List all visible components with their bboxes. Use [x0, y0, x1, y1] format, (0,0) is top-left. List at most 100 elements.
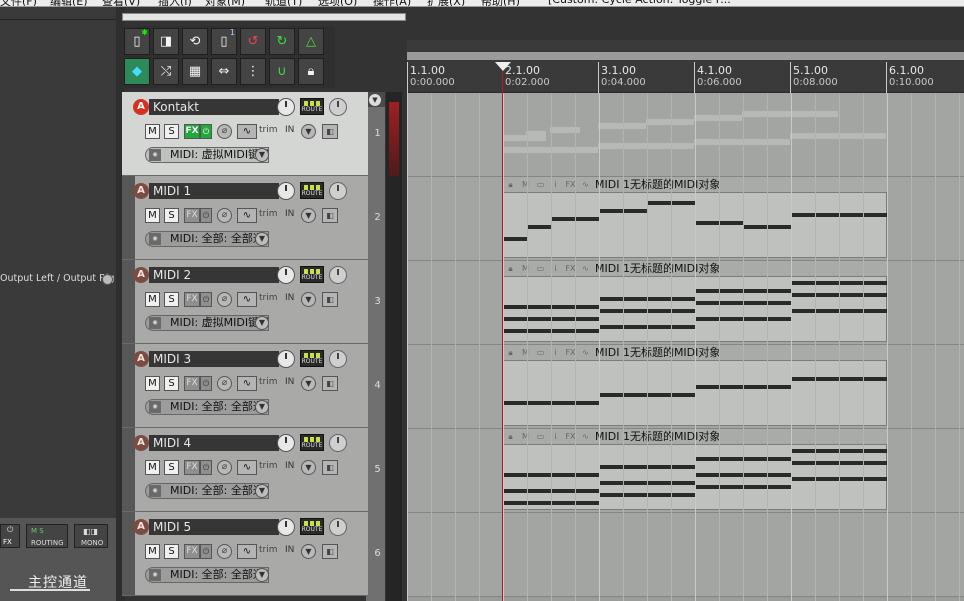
lock-icon[interactable]: 🔒︎ [504, 263, 517, 275]
volume-knob[interactable] [277, 350, 295, 368]
chevron-down-icon[interactable]: ▼ [255, 316, 269, 330]
mute-button[interactable]: M [145, 544, 160, 559]
export-icon[interactable]: ◨ [153, 28, 179, 55]
envelope-icon[interactable]: ∿ [237, 292, 257, 307]
menu-item[interactable]: 轨道(T) [265, 0, 302, 6]
fx-button[interactable]: FX [184, 376, 200, 391]
phase-icon[interactable]: ⌀ [217, 544, 232, 559]
master-fx-button[interactable]: ⏻ FX [0, 524, 20, 548]
input-monitor-icon[interactable]: ◧ [322, 376, 338, 391]
pan-knob[interactable] [329, 518, 347, 536]
undo-icon[interactable]: ↺ [240, 28, 266, 55]
route-button[interactable]: ROUTE [300, 98, 324, 115]
fx-bypass-icon[interactable]: ⏻ [200, 460, 212, 475]
timeline-ruler[interactable]: 1.1.00 0:00.000 2.1.00 0:02.000 3.1.00 0:04.0… [407, 60, 964, 93]
master-mono-button[interactable]: ◧◨ MONO [74, 524, 108, 548]
menu-item[interactable]: 查看(V) [102, 0, 140, 6]
input-monitor-icon[interactable]: ◧ [322, 460, 338, 475]
metronome-icon[interactable]: △ [298, 28, 324, 55]
menu-item[interactable]: [Custom: Cycle Action: Toggle F... [548, 0, 731, 6]
mute-icon[interactable]: M [519, 431, 532, 443]
input-dropdown-icon[interactable]: ▼ [301, 124, 316, 139]
phase-icon[interactable]: ⌀ [217, 124, 232, 139]
input-monitor-icon[interactable]: ◧ [322, 124, 338, 139]
mute-button[interactable]: M [145, 292, 160, 307]
output-knob-icon[interactable] [102, 274, 113, 285]
mute-button[interactable]: M [145, 376, 160, 391]
mute-icon[interactable]: M [519, 179, 532, 191]
redo-icon[interactable]: ↻ [269, 28, 295, 55]
input-dropdown-icon[interactable]: ▼ [301, 376, 316, 391]
input-select[interactable]: ◉ MIDI: 全部: 全部通道 [145, 231, 269, 247]
track-panel[interactable]: A Kontakt ROUTE M S FX ⏻ ⌀ ∿ trim IN ▼ ◧ ◉ MIDI: 虚拟MID… [122, 92, 381, 176]
chevron-down-icon[interactable]: ▼ [255, 484, 269, 498]
envelope-icon[interactable]: ∿ [579, 179, 592, 191]
menu-item[interactable]: 帮助(H) [481, 0, 520, 6]
midi-note[interactable] [527, 225, 551, 229]
fx-bypass-icon[interactable]: ⏻ [200, 124, 212, 139]
input-dropdown-icon[interactable]: ▼ [301, 544, 316, 559]
menu-item[interactable]: 编辑(E) [50, 0, 88, 6]
loop-icon[interactable]: ∪ [269, 58, 295, 85]
track-lane[interactable]: 🔒︎ M ▭ i FX ∿ MIDI 1无标题的MIDI对象 [407, 429, 964, 513]
envelope-icon[interactable]: ∿ [579, 431, 592, 443]
input-dropdown-icon[interactable]: ▼ [301, 208, 316, 223]
track-name[interactable]: MIDI 4 [149, 435, 279, 451]
track-name[interactable]: MIDI 5 [149, 519, 279, 535]
track-lane[interactable]: 🔒︎ M ▭ i FX ∿ MIDI 1无标题的MIDI对象 [407, 261, 964, 345]
track-lane[interactable]: 🔒︎ M ▭ i FX ∿ MIDI 1无标题的MIDI对象 [407, 345, 964, 429]
input-select[interactable]: ◉ MIDI: 虚拟MIDI键盘 [145, 315, 269, 331]
lock-icon[interactable]: 🔒︎ [504, 347, 517, 359]
ripple-icon[interactable]: ⤭ [153, 58, 179, 85]
render-icon[interactable]: ⟲ [182, 28, 208, 55]
volume-knob[interactable] [277, 434, 295, 452]
fx-bypass-icon[interactable]: ⏻ [200, 376, 212, 391]
chevron-down-icon[interactable]: ▼ [255, 568, 269, 582]
menu-item[interactable]: 扩展(X) [427, 0, 465, 6]
fx-bypass-icon[interactable]: ⏻ [200, 208, 212, 223]
comment-icon[interactable]: ▭ [534, 263, 547, 275]
record-arm-icon[interactable]: A [133, 435, 149, 451]
phase-icon[interactable]: ⌀ [217, 376, 232, 391]
input-select[interactable]: ◉ MIDI: 全部: 全部通道 [145, 567, 269, 583]
comment-icon[interactable]: ▭ [534, 431, 547, 443]
mute-button[interactable]: M [145, 124, 160, 139]
volume-knob[interactable] [277, 98, 295, 116]
record-arm-icon[interactable]: A [133, 519, 149, 535]
menu-item[interactable]: 选项(O) [318, 0, 357, 6]
volume-knob[interactable] [277, 266, 295, 284]
chevron-down-icon[interactable]: ▼ [255, 232, 269, 246]
solo-button[interactable]: S [164, 376, 179, 391]
chevron-down-icon[interactable]: ▼ [255, 148, 269, 162]
track-name[interactable]: MIDI 3 [149, 351, 279, 367]
menu-item[interactable]: 操作(A) [373, 0, 411, 6]
grid-hand-icon[interactable]: ▦ [182, 58, 208, 85]
play-cursor-marker[interactable] [495, 62, 511, 71]
record-arm-icon[interactable]: A [133, 351, 149, 367]
pan-knob[interactable] [329, 182, 347, 200]
track-lane[interactable] [407, 93, 964, 177]
input-monitor-icon[interactable]: ◧ [322, 544, 338, 559]
mute-button[interactable]: M [145, 460, 160, 475]
comment-icon[interactable]: ▭ [534, 179, 547, 191]
snap-icon[interactable]: ◆ [124, 58, 150, 85]
track-panel[interactable]: A MIDI 1 ROUTE M S FX ⏻ ⌀ ∿ trim IN ▼ ◧ ◉ MIDI: 全部: 全部… [122, 176, 381, 260]
lock-icon[interactable]: 🔒︎ [504, 179, 517, 191]
solo-button[interactable]: S [164, 124, 179, 139]
envelope-icon[interactable]: ∿ [579, 347, 592, 359]
record-arm-icon[interactable]: A [133, 99, 149, 115]
envelope-icon[interactable]: ∿ [237, 208, 257, 223]
volume-knob[interactable] [277, 518, 295, 536]
track-panel[interactable]: A MIDI 4 ROUTE M S FX ⏻ ⌀ ∿ trim IN ▼ ◧ ◉ MIDI: 全部: 全部… [122, 428, 381, 512]
record-arm-icon[interactable]: A [133, 267, 149, 283]
record-arm-icon[interactable]: A [133, 183, 149, 199]
fx-button[interactable]: FX [184, 208, 200, 223]
pan-knob[interactable] [329, 266, 347, 284]
fx-button[interactable]: FX [184, 124, 200, 139]
fx-button[interactable]: FX [184, 544, 200, 559]
fx-bypass-icon[interactable]: ⏻ [200, 292, 212, 307]
input-select[interactable]: ◉ MIDI: 虚拟MIDI键盘 [145, 147, 269, 163]
fx-button[interactable]: FX [184, 292, 200, 307]
new-file-icon[interactable]: ▯ ✱ [124, 28, 150, 55]
envelope-icon[interactable]: ∿ [237, 460, 257, 475]
